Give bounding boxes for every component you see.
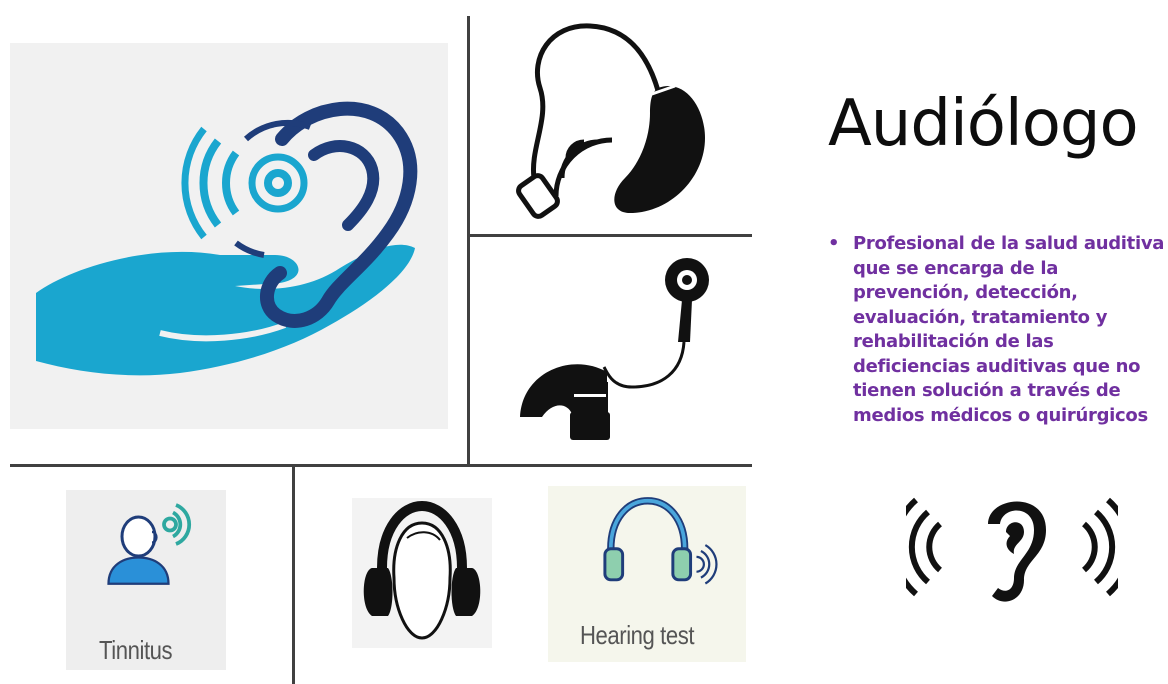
- tinnitus-caption: Tinnitus: [99, 635, 173, 665]
- bullet-text: Profesional de la salud auditiva que se …: [853, 233, 1165, 426]
- divider-horizontal-middle-right: [470, 234, 752, 237]
- tinnitus-person-icon: Tinnitus: [66, 490, 226, 670]
- ear-protectors-icon: [352, 498, 492, 648]
- hearing-test-caption: Hearing test: [580, 620, 695, 650]
- cochlear-implant-icon: [512, 252, 737, 444]
- divider-vertical-bottom: [292, 467, 295, 684]
- bullet-marker: •: [828, 233, 840, 254]
- ear-sound-waves-icon: [906, 484, 1118, 610]
- divider-horizontal-bottom: [10, 464, 752, 467]
- page-title: Audiólogo: [828, 87, 1139, 161]
- divider-vertical-top: [467, 16, 470, 464]
- hand-holding-ear-icon: [10, 43, 448, 429]
- hearing-aid-icon: [510, 18, 710, 223]
- hearing-test-headphones-icon: Hearing test: [548, 486, 746, 662]
